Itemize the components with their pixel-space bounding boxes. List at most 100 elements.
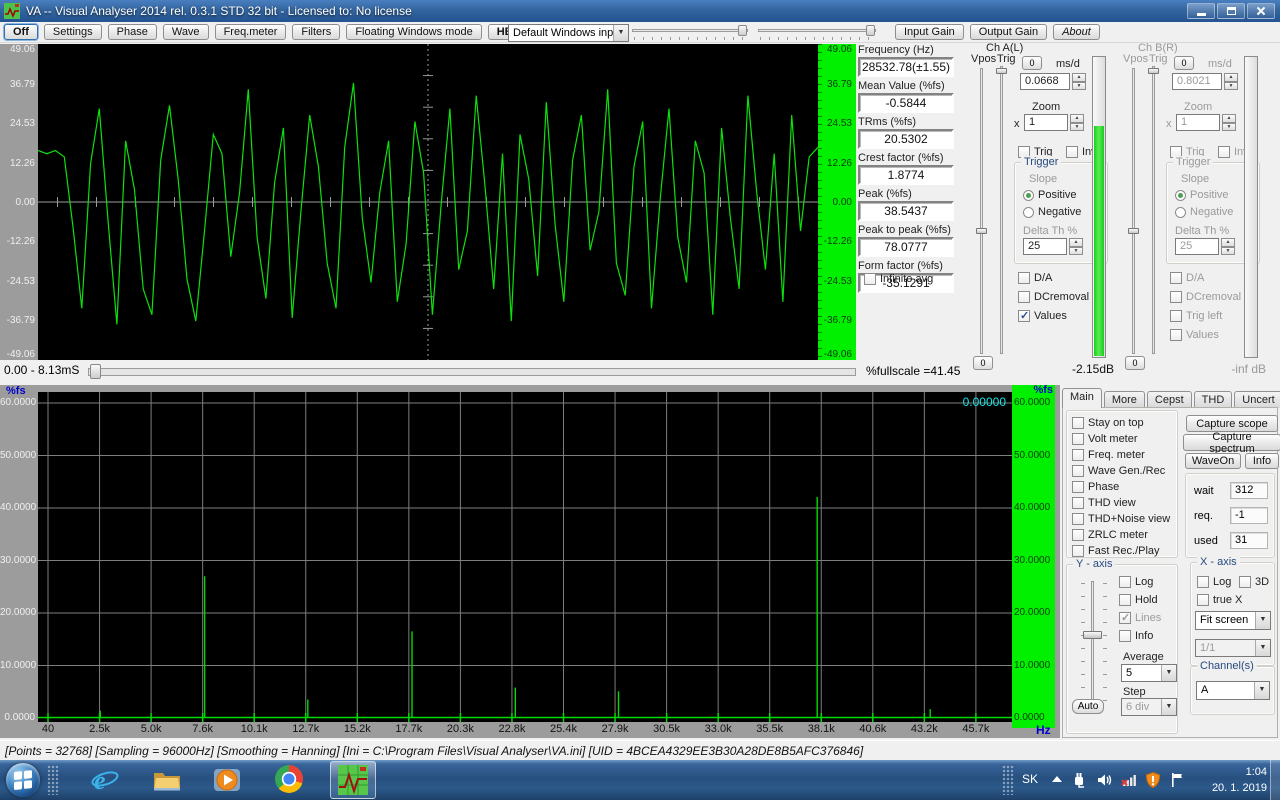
- y-scale-slider[interactable]: [1091, 581, 1094, 705]
- language-indicator[interactable]: SK: [1022, 772, 1038, 786]
- close-button[interactable]: [1247, 3, 1275, 19]
- toolbar-button-phase[interactable]: Phase: [108, 24, 157, 40]
- spin-up-icon[interactable]: ▲: [1072, 73, 1086, 82]
- checkbox-log[interactable]: Log: [1119, 573, 1161, 591]
- info-button[interactable]: Info: [1245, 453, 1279, 469]
- tab-thd[interactable]: THD: [1194, 391, 1233, 408]
- trig-slider[interactable]: [996, 66, 1008, 354]
- chrome-icon[interactable]: [275, 765, 305, 795]
- checkbox-x-log[interactable]: Log: [1197, 575, 1231, 589]
- tab-main[interactable]: Main: [1062, 388, 1102, 408]
- checkbox-stay-on-top[interactable]: Stay on top: [1072, 415, 1170, 431]
- action-center-flag-icon[interactable]: [1168, 771, 1186, 789]
- toolbar-button-output-gain[interactable]: Output Gain: [970, 24, 1047, 40]
- delta-spinner[interactable]: ▲▼: [1069, 238, 1083, 255]
- average-dropdown[interactable]: 5▼: [1121, 664, 1177, 682]
- spin-down-icon[interactable]: ▼: [1221, 247, 1235, 256]
- trig-reset-button[interactable]: 0: [973, 356, 993, 370]
- zoom-field[interactable]: 1: [1176, 114, 1220, 131]
- toolbar-button-about[interactable]: About: [1053, 24, 1100, 40]
- checkbox-dcremoval[interactable]: DCremoval: [1018, 289, 1089, 305]
- spin-down-icon[interactable]: ▼: [1222, 123, 1236, 132]
- taskbar-va-button[interactable]: [330, 761, 376, 799]
- tab-cepst[interactable]: Cepst: [1147, 391, 1192, 408]
- spin-down-icon[interactable]: ▼: [1072, 82, 1086, 91]
- spin-up-icon[interactable]: ▲: [1221, 238, 1235, 247]
- slider-thumb[interactable]: [1128, 228, 1139, 234]
- radio-negative[interactable]: Negative: [1175, 206, 1233, 218]
- ms-spinner[interactable]: ▲▼: [1224, 73, 1238, 90]
- radio-positive[interactable]: Positive: [1023, 189, 1077, 201]
- zoom-spinner[interactable]: ▲▼: [1070, 114, 1084, 131]
- show-desktop-button[interactable]: [1270, 760, 1280, 800]
- checkbox-true-x[interactable]: true X: [1197, 593, 1242, 607]
- toolbar-button-input-gain[interactable]: Input Gain: [895, 24, 964, 40]
- start-button[interactable]: [6, 763, 40, 797]
- checkbox-freq-meter[interactable]: Freq. meter: [1072, 447, 1170, 463]
- counter-value[interactable]: -1: [1230, 507, 1268, 524]
- delta-th-field[interactable]: 25: [1175, 238, 1219, 255]
- spectrum-plot[interactable]: [38, 392, 1012, 722]
- tab-uncert[interactable]: Uncert: [1234, 391, 1280, 408]
- channel-dropdown[interactable]: A▼: [1196, 681, 1270, 700]
- slider-thumb[interactable]: [738, 25, 747, 36]
- scope-scrollbar[interactable]: [88, 368, 856, 376]
- checkbox-values[interactable]: Values: [1170, 327, 1241, 343]
- toolbar-button-off[interactable]: Off: [4, 24, 38, 40]
- slider-thumb[interactable]: [1148, 68, 1159, 74]
- vpos-slider[interactable]: [976, 68, 988, 354]
- minimize-button[interactable]: [1187, 3, 1215, 19]
- capture-spectrum-button[interactable]: Capture spectrum: [1183, 434, 1280, 451]
- auto-button[interactable]: Auto: [1072, 699, 1104, 714]
- checkbox-infinite-avg[interactable]: Infinite avg: [864, 272, 933, 286]
- checkbox-fast-rec-play[interactable]: Fast Rec./Play: [1072, 543, 1170, 559]
- slider-thumb[interactable]: [996, 68, 1007, 74]
- checkbox-3d[interactable]: 3D: [1239, 575, 1269, 589]
- capture-scope-button[interactable]: Capture scope: [1186, 415, 1278, 432]
- step-dropdown[interactable]: 6 div▼: [1121, 698, 1177, 716]
- checkbox-d-a[interactable]: D/A: [1170, 270, 1241, 286]
- internet-explorer-icon[interactable]: e: [90, 765, 120, 795]
- checkbox-trig-left[interactable]: Trig left: [1170, 308, 1241, 324]
- tab-more[interactable]: More: [1104, 391, 1145, 408]
- vpos-slider[interactable]: [1128, 68, 1140, 354]
- spin-up-icon[interactable]: ▲: [1224, 73, 1238, 82]
- checkbox-lines[interactable]: Lines: [1119, 609, 1161, 627]
- spin-down-icon[interactable]: ▼: [1069, 247, 1083, 256]
- waveon-button[interactable]: WaveOn: [1185, 453, 1241, 469]
- scope-plot[interactable]: [38, 44, 818, 360]
- checkbox-volt-meter[interactable]: Volt meter: [1072, 431, 1170, 447]
- checkbox-thd-noise-view[interactable]: THD+Noise view: [1072, 511, 1170, 527]
- counter-value[interactable]: 31: [1230, 532, 1268, 549]
- radio-negative[interactable]: Negative: [1023, 206, 1081, 218]
- radio-positive[interactable]: Positive: [1175, 189, 1229, 201]
- security-shield-icon[interactable]: [1144, 771, 1162, 789]
- power-plug-icon[interactable]: [1070, 771, 1088, 789]
- spin-up-icon[interactable]: ▲: [1222, 114, 1236, 123]
- toolbar-button-filters[interactable]: Filters: [292, 24, 340, 40]
- ms-spinner[interactable]: ▲▼: [1072, 73, 1086, 90]
- vpos-reset-button[interactable]: 0: [1022, 56, 1042, 70]
- toolbar-button-floating-windows-mode[interactable]: Floating Windows mode: [346, 24, 481, 40]
- input-device-dropdown[interactable]: Default Windows inp ▼: [508, 24, 629, 42]
- checkbox-info[interactable]: Info: [1119, 627, 1161, 645]
- maximize-button[interactable]: [1217, 3, 1245, 19]
- ms-per-div-field[interactable]: 0.8021: [1172, 73, 1222, 90]
- spin-down-icon[interactable]: ▼: [1070, 123, 1084, 132]
- checkbox-values[interactable]: Values: [1018, 308, 1089, 324]
- zoom-field[interactable]: 1: [1024, 114, 1068, 131]
- counter-value[interactable]: 312: [1230, 482, 1268, 499]
- checkbox-zrlc-meter[interactable]: ZRLC meter: [1072, 527, 1170, 543]
- zoom-spinner[interactable]: ▲▼: [1222, 114, 1236, 131]
- checkbox-d-a[interactable]: D/A: [1018, 270, 1089, 286]
- trig-slider[interactable]: [1148, 66, 1160, 354]
- network-icon[interactable]: [1120, 771, 1138, 789]
- trig-reset-button[interactable]: 0: [1125, 356, 1145, 370]
- toolbar-button-settings[interactable]: Settings: [44, 24, 102, 40]
- spin-up-icon[interactable]: ▲: [1069, 238, 1083, 247]
- toolbar-button-wave[interactable]: Wave: [163, 24, 209, 40]
- checkbox-wave-gen-rec[interactable]: Wave Gen./Rec: [1072, 463, 1170, 479]
- ms-per-div-field[interactable]: 0.0668: [1020, 73, 1070, 90]
- checkbox-phase[interactable]: Phase: [1072, 479, 1170, 495]
- input-gain-slider[interactable]: [632, 25, 748, 40]
